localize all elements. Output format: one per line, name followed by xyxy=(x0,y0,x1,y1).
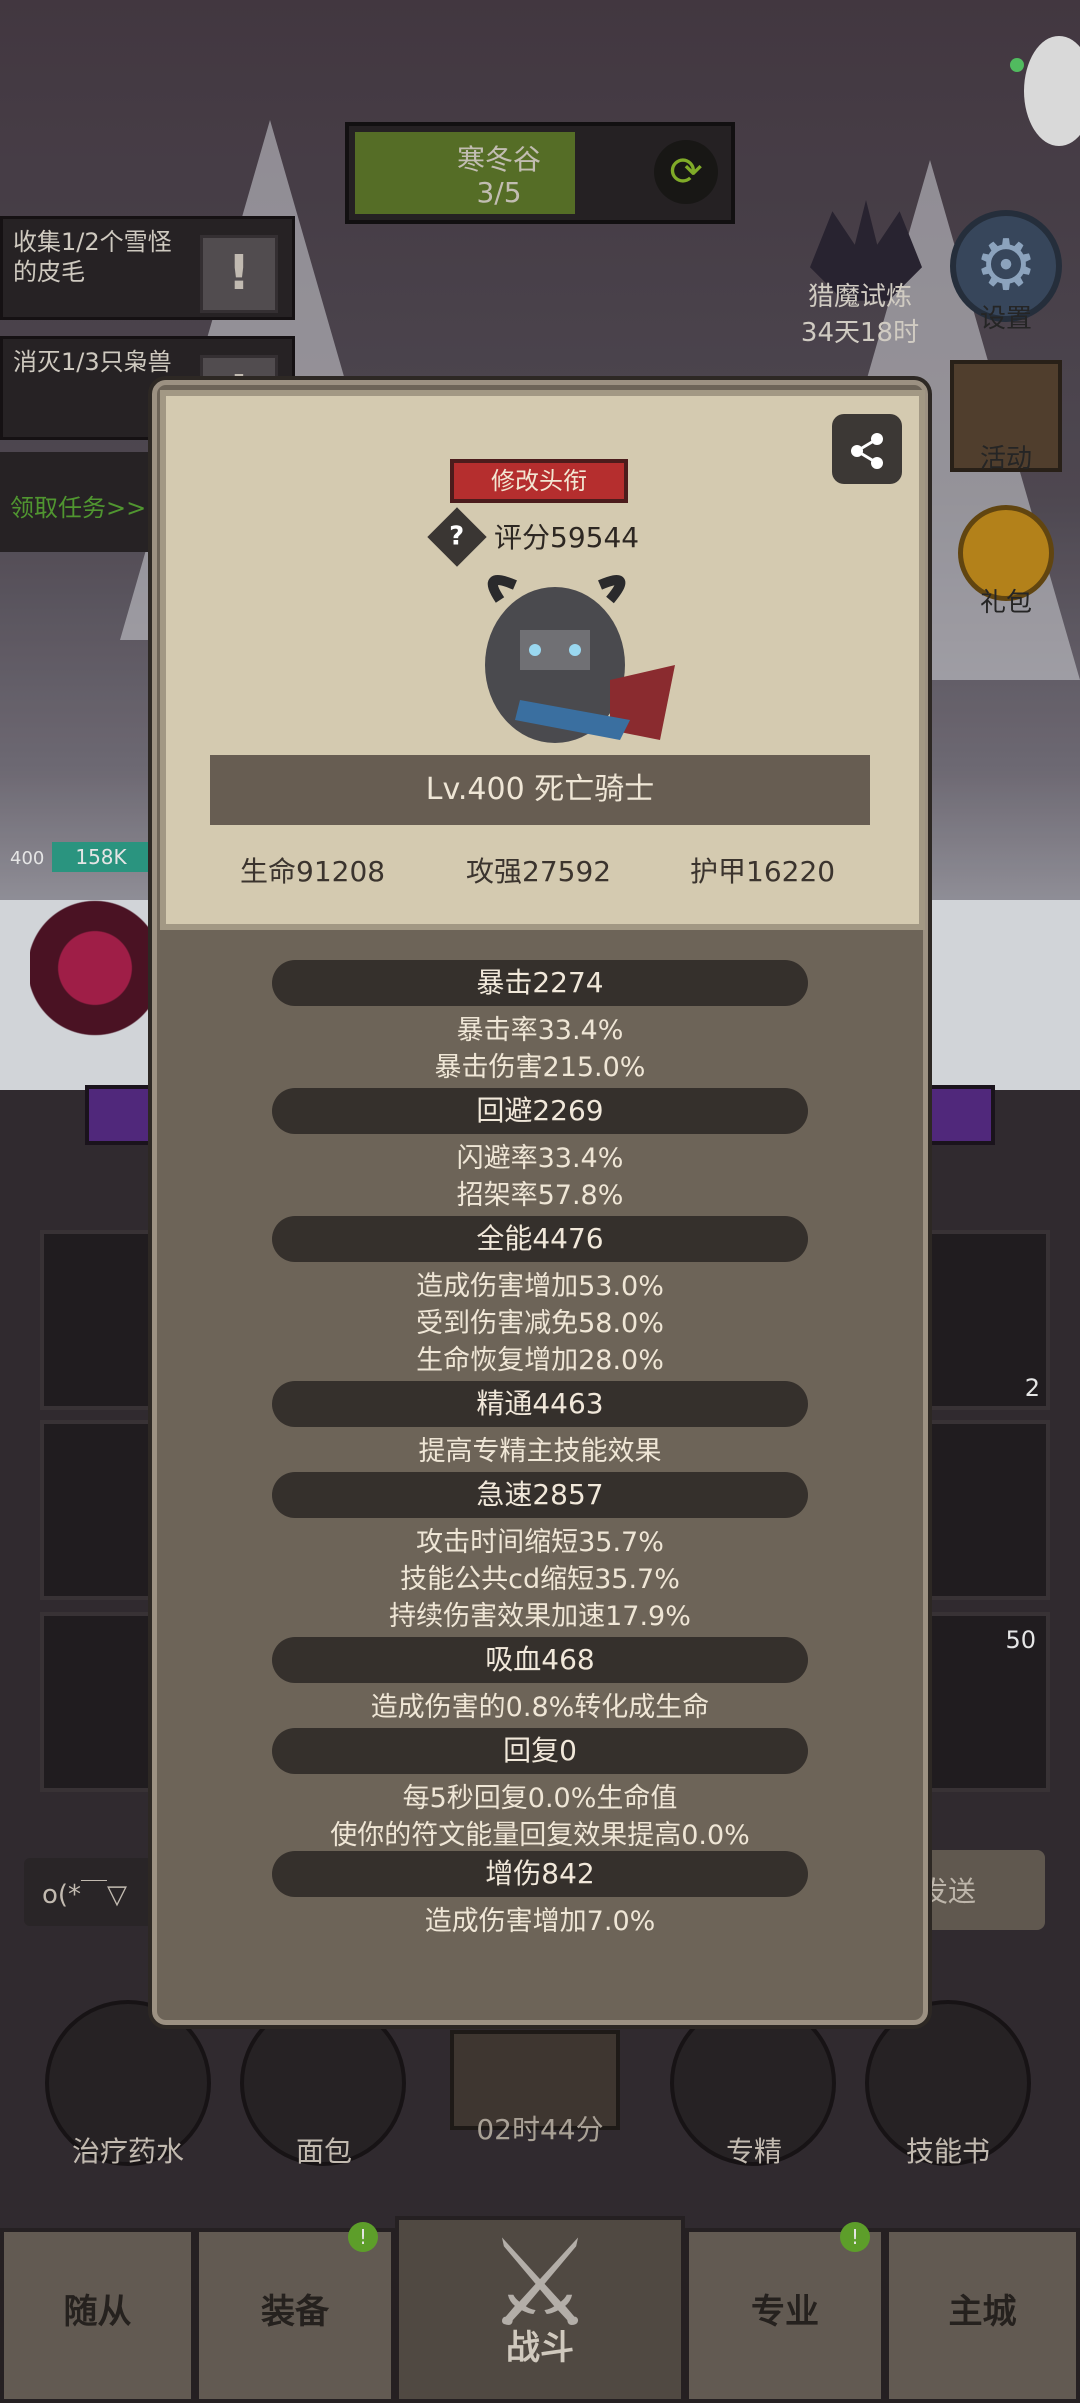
stat-header-lifesteal: 吸血468 xyxy=(272,1637,808,1683)
armor-stat: 护甲16220 xyxy=(690,855,836,888)
edit-title-button[interactable]: 修改头衔 xyxy=(450,459,628,503)
stat-header-crit: 暴击2274 xyxy=(272,960,808,1006)
stat-line: 持续伤害效果加速17.9% xyxy=(389,1601,691,1632)
character-name: Lv.400 死亡骑士 xyxy=(210,755,870,825)
stat-header-damage-bonus: 增伤842 xyxy=(272,1851,808,1897)
stat-line: 每5秒回复0.0%生命值 xyxy=(402,1783,678,1814)
stat-line: 招架率57.8% xyxy=(456,1180,624,1211)
stat-line: 使你的符文能量回复效果提高0.0% xyxy=(330,1820,750,1851)
death-knight-portrait xyxy=(485,575,675,743)
stat-line: 造成伤害的0.8%转化成生命 xyxy=(370,1692,710,1723)
stat-line: 技能公共cd缩短35.7% xyxy=(400,1564,680,1595)
stat-line: 提高专精主技能效果 xyxy=(418,1436,662,1467)
stat-line: 暴击伤害215.0% xyxy=(434,1052,646,1083)
stat-header-mastery: 精通4463 xyxy=(272,1381,808,1427)
stat-header-haste: 急速2857 xyxy=(272,1472,808,1518)
score-text: 评分59544 xyxy=(494,521,640,554)
stat-header-versatility: 全能4476 xyxy=(272,1216,808,1262)
stat-line: 受到伤害减免58.0% xyxy=(416,1308,664,1339)
stat-header-avoidance: 回避2269 xyxy=(272,1088,808,1134)
attack-stat: 攻强27592 xyxy=(466,855,612,888)
stat-line: 闪避率33.4% xyxy=(456,1143,624,1174)
stat-line: 暴击率33.4% xyxy=(456,1015,624,1046)
hp-stat: 生命91208 xyxy=(240,855,386,888)
stat-line: 造成伤害增加7.0% xyxy=(424,1906,656,1937)
stat-line: 造成伤害增加53.0% xyxy=(416,1271,664,1302)
stat-header-regen: 回复0 xyxy=(272,1728,808,1774)
stat-line: 攻击时间缩短35.7% xyxy=(416,1527,664,1558)
stat-line: 生命恢复增加28.0% xyxy=(416,1345,664,1376)
share-icon[interactable] xyxy=(832,414,902,484)
